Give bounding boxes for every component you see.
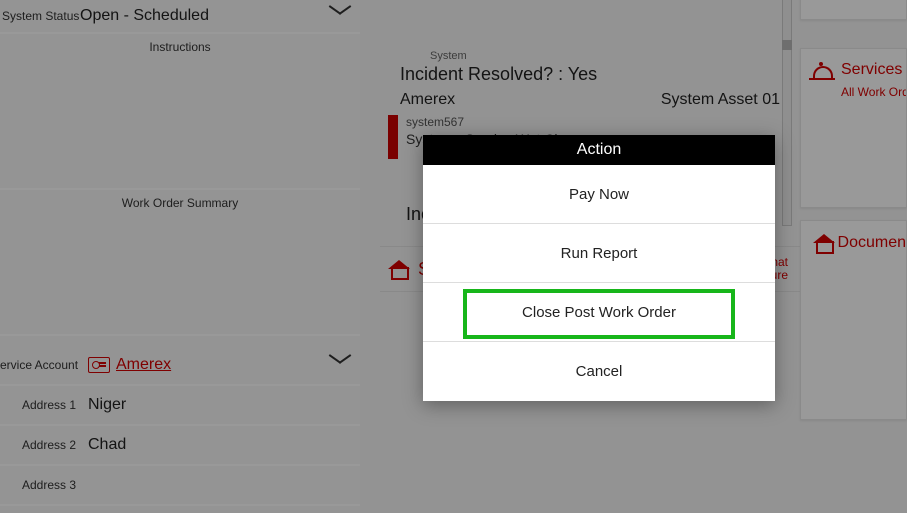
action-modal: Action Pay Now Run Report Close Post Wor…	[423, 135, 775, 401]
action-pay-now[interactable]: Pay Now	[423, 165, 775, 224]
action-modal-title: Action	[423, 135, 775, 165]
action-run-report[interactable]: Run Report	[423, 224, 775, 283]
action-close-post-work-order[interactable]: Close Post Work Order	[423, 283, 775, 342]
action-cancel[interactable]: Cancel	[423, 342, 775, 401]
